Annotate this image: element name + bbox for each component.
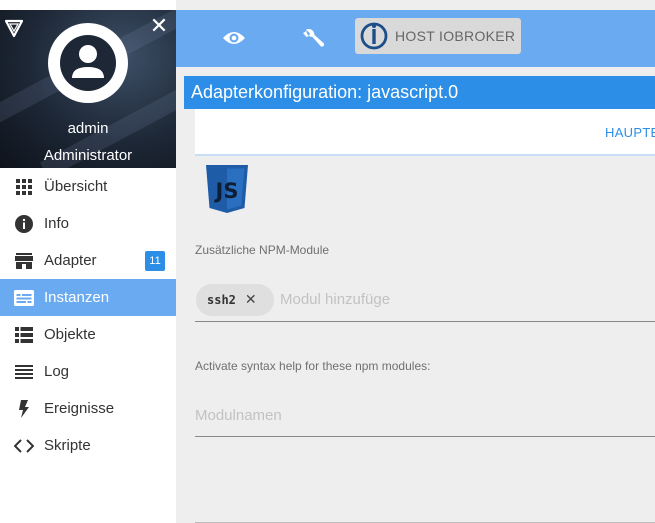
- module-names-input[interactable]: [195, 402, 650, 428]
- wrench-button[interactable]: [300, 24, 328, 52]
- host-button[interactable]: HOST IOBROKER: [355, 18, 521, 54]
- sidebar-item-objekte[interactable]: Objekte: [0, 316, 176, 353]
- sidebar: ✕ admin Administrator Übersicht Info Ada…: [0, 0, 176, 523]
- svg-text:JS: JS: [214, 179, 239, 203]
- avatar[interactable]: [48, 23, 128, 103]
- chip-label: ssh2: [207, 293, 236, 307]
- sidebar-item-label: Adapter: [44, 252, 97, 269]
- user-role: Administrator: [43, 147, 133, 164]
- wrench-icon: [303, 28, 325, 47]
- chip-remove-icon[interactable]: ✕: [245, 292, 257, 308]
- sidebar-item-label: Ereignisse: [44, 400, 115, 417]
- user-icon: [60, 35, 116, 91]
- sidebar-item-skripte[interactable]: Skripte: [0, 427, 176, 464]
- tab-haupteinstellungen[interactable]: HAUPTE: [605, 125, 655, 140]
- user-name: admin: [67, 120, 109, 137]
- iobroker-logo-icon: [360, 22, 388, 50]
- sidebar-item-info[interactable]: Info: [0, 205, 176, 242]
- close-icon[interactable]: ✕: [148, 16, 170, 38]
- module-names-underline: [195, 436, 655, 437]
- sidebar-item-ereignisse[interactable]: Ereignisse: [0, 390, 176, 427]
- sidebar-item-label: Übersicht: [44, 178, 108, 195]
- module-chip[interactable]: ssh2 ✕: [196, 284, 274, 316]
- top-toolbar: HOST IOBROKER: [176, 10, 655, 67]
- code-icon: [14, 436, 34, 456]
- bolt-icon: [14, 399, 34, 419]
- eye-icon: [223, 32, 245, 44]
- javascript-logo-icon: JS: [206, 165, 248, 213]
- sidebar-item-label: Skripte: [44, 437, 91, 454]
- profile-header: ✕ admin Administrator: [0, 10, 176, 168]
- syntax-help-label: Activate syntax help for these npm modul…: [195, 359, 431, 373]
- instances-icon: [14, 288, 34, 308]
- store-icon: [14, 251, 34, 271]
- sidebar-item-log[interactable]: Log: [0, 353, 176, 390]
- sidebar-item-label: Instanzen: [44, 289, 110, 306]
- sidebar-nav: Übersicht Info Adapter 11 Instanzen Obje…: [0, 168, 176, 464]
- grid-icon: [14, 177, 34, 197]
- sidebar-item-label: Objekte: [44, 326, 96, 343]
- sidebar-item-label: Log: [44, 363, 70, 380]
- sidebar-item-uebersicht[interactable]: Übersicht: [0, 168, 176, 205]
- info-icon: [14, 214, 34, 234]
- module-input-underline: [195, 321, 655, 322]
- list-icon: [14, 325, 34, 345]
- menu-triangle-icon[interactable]: [4, 18, 24, 38]
- sidebar-item-instanzen[interactable]: Instanzen: [0, 279, 176, 316]
- page-title: Adapterkonfiguration: javascript.0: [184, 76, 655, 109]
- sidebar-item-adapter[interactable]: Adapter 11: [0, 242, 176, 279]
- tab-bar: HAUPTE: [195, 109, 655, 156]
- lines-icon: [14, 362, 34, 382]
- host-label: HOST IOBROKER: [395, 28, 516, 44]
- eye-button[interactable]: [220, 24, 248, 52]
- module-add-input[interactable]: [280, 287, 650, 311]
- adapter-count-badge: 11: [145, 251, 165, 271]
- npm-modules-label: Zusätzliche NPM-Module: [195, 243, 330, 257]
- sidebar-item-label: Info: [44, 215, 70, 232]
